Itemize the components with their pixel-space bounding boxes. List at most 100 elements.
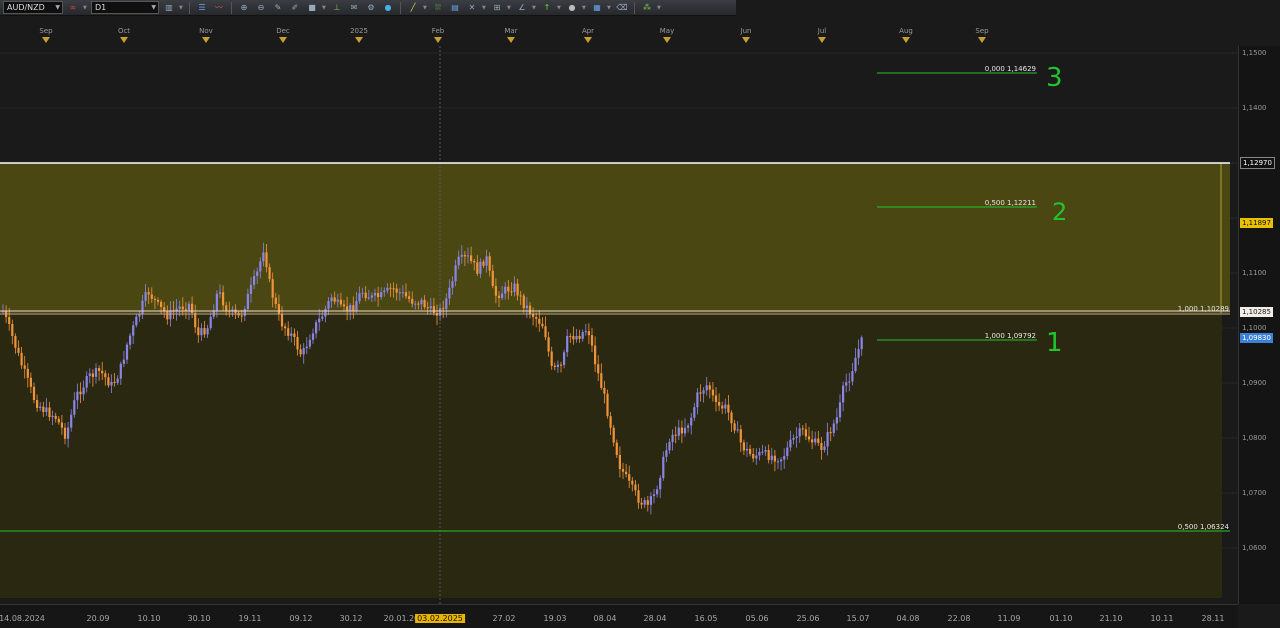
period-marker-icon[interactable]: [355, 37, 363, 43]
candle-body: [693, 407, 696, 418]
period-marker-icon[interactable]: [279, 37, 287, 43]
candle-body: [8, 317, 11, 325]
zoom-in-icon[interactable]: ⊕: [237, 2, 251, 14]
price-axis[interactable]: 1,1500 1,1400 1,1100 1,1000 1,0900 1,080…: [1238, 46, 1280, 604]
eraser-icon[interactable]: ⌫: [615, 2, 629, 14]
candle-body: [395, 288, 398, 293]
candle-body: [293, 333, 296, 338]
link-icon[interactable]: ∞: [66, 2, 80, 14]
period-marker-icon[interactable]: [202, 37, 210, 43]
chevron-down-icon[interactable]: ▼: [607, 5, 612, 11]
chevron-down-icon[interactable]: ▼: [179, 5, 184, 11]
candle-body: [656, 489, 659, 495]
candle-body: [457, 256, 460, 266]
candle-body: [11, 324, 14, 337]
magnet-icon[interactable]: ⚙: [364, 2, 378, 14]
object-list-icon[interactable]: ▦: [590, 2, 604, 14]
candle-body: [32, 386, 36, 401]
candle-body: [246, 293, 249, 310]
top-time-axis: Sep Oct Nov Dec 2025 Feb Mar Apr May Jun Jul Aug Sep: [0, 26, 1238, 46]
chart-type-icon[interactable]: ▥: [162, 2, 176, 14]
chart-canvas[interactable]: 0,000 1,14629 0,500 1,12211 1,000 1,0979…: [0, 46, 1238, 604]
pencil-icon[interactable]: ✎: [271, 2, 285, 14]
candle-body: [36, 400, 39, 408]
timeframe-select[interactable]: D1 ▼: [91, 1, 159, 14]
candle-body: [665, 450, 668, 457]
shapes-icon[interactable]: ■: [305, 2, 319, 14]
candle-body: [305, 346, 308, 349]
candle-body: [277, 304, 280, 314]
candle-body: [330, 297, 333, 302]
angle-icon[interactable]: ∠: [515, 2, 529, 14]
drawing-tools-icon[interactable]: ✐: [288, 2, 302, 14]
candle-body: [327, 301, 330, 309]
chevron-down-icon[interactable]: ▼: [532, 5, 537, 11]
chevron-down-icon[interactable]: ▼: [557, 5, 562, 11]
candle-body: [54, 415, 57, 419]
candle-body: [590, 335, 594, 346]
price-tick: 1,1100: [1242, 269, 1267, 277]
candle-body: [284, 326, 287, 329]
period-marker-icon[interactable]: [42, 37, 50, 43]
period-marker-icon[interactable]: [584, 37, 592, 43]
trend-line-icon[interactable]: ⊥: [330, 2, 344, 14]
candle-body: [625, 471, 628, 475]
indicators-icon[interactable]: 〰: [212, 2, 226, 14]
text-icon[interactable]: ✉: [347, 2, 361, 14]
circle-icon[interactable]: ●: [565, 2, 579, 14]
candle-body: [20, 352, 23, 366]
candle-body: [637, 490, 640, 503]
pitchfork-icon[interactable]: ⊞: [490, 2, 504, 14]
candle-body: [510, 291, 513, 293]
period-marker-icon[interactable]: [978, 37, 986, 43]
chevron-down-icon[interactable]: ▼: [507, 5, 512, 11]
candle-body: [48, 407, 51, 418]
chevron-down-icon[interactable]: ▼: [582, 5, 587, 11]
period-marker-icon[interactable]: [507, 37, 515, 43]
rectangle-icon[interactable]: ▤: [448, 2, 462, 14]
channel-icon[interactable]: ⛆: [431, 2, 445, 14]
candle-body: [194, 312, 197, 328]
chevron-down-icon[interactable]: ▼: [423, 5, 428, 11]
arrow-icon[interactable]: ↑: [540, 2, 554, 14]
candle-body: [553, 365, 556, 368]
alerts-icon[interactable]: ⁂: [640, 2, 654, 14]
period-marker-icon[interactable]: [742, 37, 750, 43]
candle-body: [70, 414, 73, 428]
chevron-down-icon[interactable]: ▼: [83, 5, 88, 11]
candle-body: [497, 295, 501, 298]
candle-body: [398, 292, 401, 294]
period-marker-icon[interactable]: [120, 37, 128, 43]
templates-icon[interactable]: ☰: [195, 2, 209, 14]
price-chart[interactable]: 0,000 1,14629 0,500 1,12211 1,000 1,0979…: [0, 46, 1238, 604]
candle-body: [609, 416, 612, 428]
candle-body: [594, 345, 597, 365]
zoom-out-icon[interactable]: ⊖: [254, 2, 268, 14]
fib-label-0500-zone: 0,500 1,06324: [1178, 523, 1230, 531]
globe-icon[interactable]: ●: [381, 2, 395, 14]
candle-body: [358, 293, 361, 302]
period-marker-icon[interactable]: [663, 37, 671, 43]
candle-body: [662, 456, 665, 478]
fib-label-1000-zone: 1,000 1,10289: [1178, 305, 1229, 313]
candle-body: [122, 359, 125, 364]
candle-body: [628, 474, 631, 481]
top-axis-label: Jun: [740, 27, 752, 35]
chevron-down-icon[interactable]: ▼: [657, 5, 662, 11]
candle-body: [125, 344, 129, 360]
chevron-down-icon[interactable]: ▼: [482, 5, 487, 11]
period-marker-icon[interactable]: [902, 37, 910, 43]
symbol-select[interactable]: AUD/NZD ▼: [3, 1, 63, 14]
chevron-down-icon: ▼: [55, 4, 60, 11]
candle-body: [646, 500, 649, 505]
candle-body: [160, 301, 163, 308]
candle-body: [597, 364, 600, 374]
period-marker-icon[interactable]: [818, 37, 826, 43]
fibonacci-icon[interactable]: ╱: [406, 2, 420, 14]
annotation-three: 3: [1046, 63, 1063, 93]
candle-body: [222, 292, 225, 306]
date-label: 01.10: [1049, 614, 1073, 623]
crosshair-icon[interactable]: ✕: [465, 2, 479, 14]
chevron-down-icon[interactable]: ▼: [322, 5, 327, 11]
period-marker-icon[interactable]: [434, 37, 442, 43]
